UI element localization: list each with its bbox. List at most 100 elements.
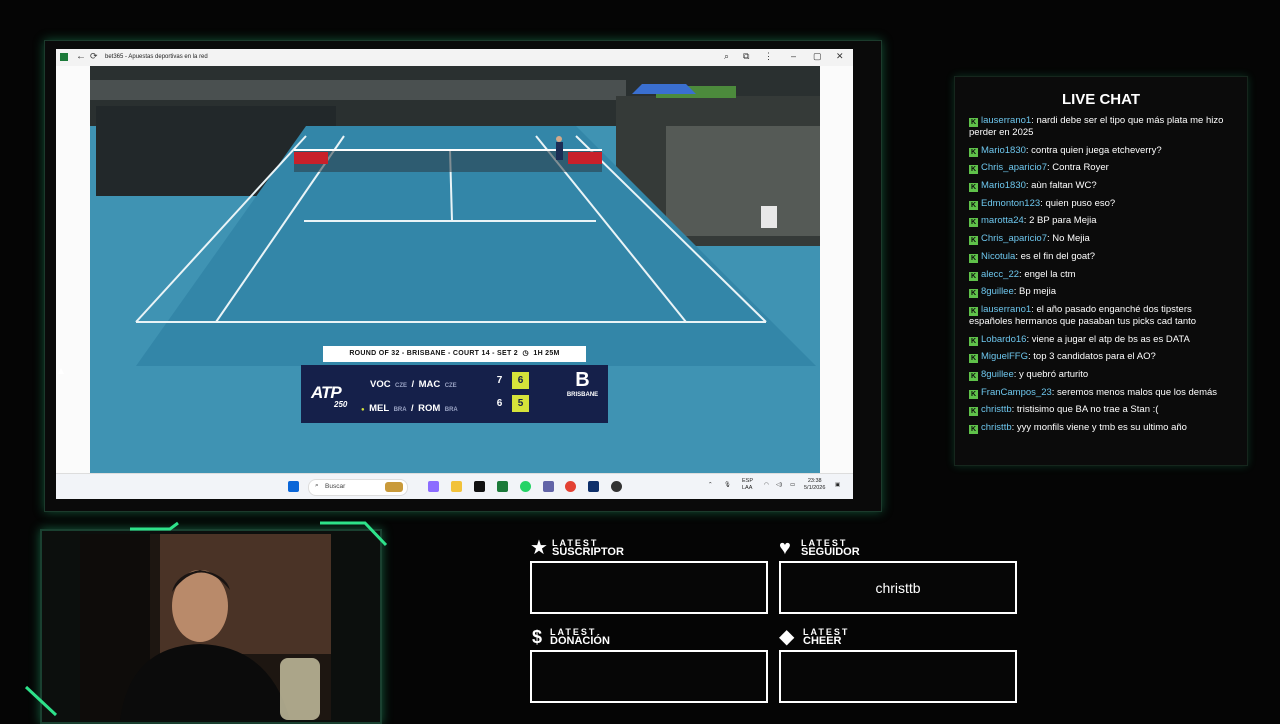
chat-username[interactable]: christtb	[981, 422, 1012, 433]
chat-username[interactable]: Chris_aparicio7	[981, 162, 1047, 173]
maximize-button[interactable]: ▢	[813, 51, 822, 62]
chat-text: tristisimo que BA no trae a Stan :(	[1016, 404, 1159, 416]
chat-text: y quebró arturito	[1019, 368, 1089, 380]
volume-icon[interactable]: ◁)	[776, 482, 782, 488]
latest-subscriber-title: SUSCRIPTOR	[552, 546, 624, 558]
language-indicator[interactable]: ESP LAA	[742, 478, 753, 492]
chat-username[interactable]: christtb	[981, 404, 1012, 415]
kick-badge-icon: K	[969, 425, 978, 434]
team1-player1: VOC	[370, 379, 391, 390]
team2-separator: /	[411, 403, 414, 414]
team1-player2: MAC	[418, 379, 441, 390]
kick-badge-icon: K	[969, 407, 978, 417]
serve-indicator-icon: ●	[361, 407, 365, 413]
chat-username[interactable]: MiguelFFG	[981, 351, 1028, 362]
brisbane-logo: B BRISBANE	[559, 368, 606, 420]
live-chat-panel: LIVE CHAT Klauserrano1: nardi debe ser e…	[954, 76, 1248, 466]
brisbane-logo-text: BRISBANE	[566, 392, 599, 398]
kick-badge-icon: K	[969, 289, 978, 299]
team2-set1-score: 6	[496, 398, 503, 409]
kick-badge-icon: K	[969, 200, 978, 210]
chat-text: seremos menos malos que los demás	[1057, 386, 1218, 398]
chat-message: K 8guillee: Bp mejia	[969, 286, 1235, 299]
browser-window: ← ⟳ bet365 - Apuestas deportivas en la r…	[56, 49, 853, 499]
battery-icon[interactable]: ▭	[790, 482, 795, 488]
latest-subscriber-box	[530, 561, 768, 614]
chat-message: K Edmonton123: quien puso eso?	[969, 198, 1235, 210]
chat-username[interactable]: 8guillee	[981, 369, 1014, 380]
match-duration: 1H 25M	[533, 350, 560, 357]
language-code: ESP	[742, 478, 754, 484]
chat-username[interactable]: Mario1830	[981, 180, 1026, 191]
search-icon: ⌕	[315, 482, 319, 489]
obs-icon[interactable]	[611, 481, 622, 492]
app-icon[interactable]	[588, 481, 599, 492]
chat-username[interactable]: alecc_22	[981, 269, 1019, 280]
taskbar-date: 5/1/2026	[804, 485, 826, 491]
chat-username[interactable]: FranCampos_23	[981, 387, 1052, 398]
chat-text: yyy monfils viene y tmb es su ultimo año	[1016, 422, 1187, 433]
reload-icon[interactable]: ⟳	[90, 51, 98, 62]
chat-message: Kchristtb: tristisimo que BA no trae a S…	[969, 404, 1235, 417]
chat-message: K Chris_aparicio7: No Mejia	[969, 233, 1235, 246]
team2-country2: BRA	[444, 407, 458, 413]
chat-message: K Mario1830: contra quien juega etcheverr…	[969, 145, 1235, 157]
chat-username[interactable]: Chris_aparicio7	[981, 233, 1047, 244]
whatsapp-icon[interactable]	[520, 481, 531, 492]
video-side-margin-right	[820, 66, 853, 473]
kick-badge-icon: K	[969, 165, 978, 175]
latest-subscriber-label: LATEST SUSCRIPTOR	[552, 539, 624, 558]
chat-text: quien puso eso?	[1045, 197, 1116, 209]
chat-username[interactable]: Nicotula	[981, 251, 1015, 262]
chat-message: K Chris_aparicio7: Contra Royer	[969, 162, 1235, 175]
zoom-icon[interactable]: ⌕	[724, 51, 729, 62]
extensions-icon[interactable]: ⧉	[743, 51, 749, 62]
chat-username[interactable]: 8guillee	[981, 286, 1014, 297]
team2-player2: ROM	[418, 403, 441, 414]
chat-username[interactable]: Mario1830	[981, 145, 1026, 156]
taskbar-clock[interactable]: 23:38 5/1/2026	[804, 478, 825, 492]
windows-taskbar: ⌕ Buscar ⌃ 🎙 ESP LAA ◠ ◁) ▭ 23:38 5/1/20…	[56, 473, 853, 499]
search-highlight-icon	[385, 482, 403, 492]
chat-username[interactable]: lauserrano1	[981, 115, 1031, 126]
tiktok-icon[interactable]	[474, 481, 485, 492]
dollar-icon: $	[532, 627, 543, 647]
close-button[interactable]: ✕	[836, 51, 844, 62]
chat-message: K Mario1830: aùn faltan WC?	[969, 180, 1235, 193]
wifi-icon[interactable]: ◠	[764, 482, 769, 488]
chat-text: aùn faltan WC?	[1031, 180, 1097, 192]
minimize-button[interactable]: –	[791, 51, 796, 61]
kick-badge-icon: K	[969, 389, 978, 399]
taskbar-search-box[interactable]: ⌕ Buscar	[308, 479, 408, 496]
bet365-taskbar-icon[interactable]	[497, 481, 508, 492]
back-arrow-icon[interactable]: ←	[76, 51, 86, 62]
tray-chevron-icon[interactable]: ⌃	[708, 482, 713, 488]
team2-set2-score: 5	[512, 395, 529, 412]
clock-icon: ◷	[520, 350, 532, 357]
chat-message-list[interactable]: Klauserrano1: nardi debe ser el tipo que…	[969, 115, 1235, 440]
chat-username[interactable]: Edmonton123	[981, 198, 1040, 209]
kick-badge-icon: K	[969, 147, 978, 157]
chat-text: Contra Royer	[1052, 162, 1109, 174]
brisbane-b-icon: B	[575, 369, 590, 391]
chat-username[interactable]: marotta24	[981, 215, 1024, 226]
chrome-icon[interactable]	[565, 481, 576, 492]
taskbar-search-placeholder: Buscar	[325, 483, 346, 490]
chat-username[interactable]: lauserrano1	[981, 304, 1031, 315]
video-side-margin-left	[56, 66, 90, 473]
chat-message: Kmarotta24: 2 BP para Mejia	[969, 215, 1235, 228]
chat-message: K 8guillee: y quebró arturito	[969, 369, 1235, 381]
file-explorer-icon[interactable]	[451, 481, 462, 492]
menu-dots-icon[interactable]: ⋮	[764, 51, 773, 62]
live-chat-title: LIVE CHAT	[1061, 91, 1141, 108]
team1-country1: CZE	[395, 383, 408, 389]
kick-badge-icon: K	[969, 306, 978, 316]
notification-icon[interactable]: ▣	[835, 482, 840, 488]
chat-message: Klauserrano1: nardi debe ser el tipo que…	[969, 115, 1235, 139]
windows-start-icon[interactable]	[288, 481, 299, 492]
copilot-icon[interactable]	[428, 481, 439, 492]
chat-username[interactable]: Lobardo16	[981, 334, 1026, 345]
teams-icon[interactable]	[543, 481, 554, 492]
microphone-icon[interactable]: 🎙	[724, 482, 731, 488]
team2-row: ● MEL BRA / ROM BRA	[361, 398, 458, 416]
